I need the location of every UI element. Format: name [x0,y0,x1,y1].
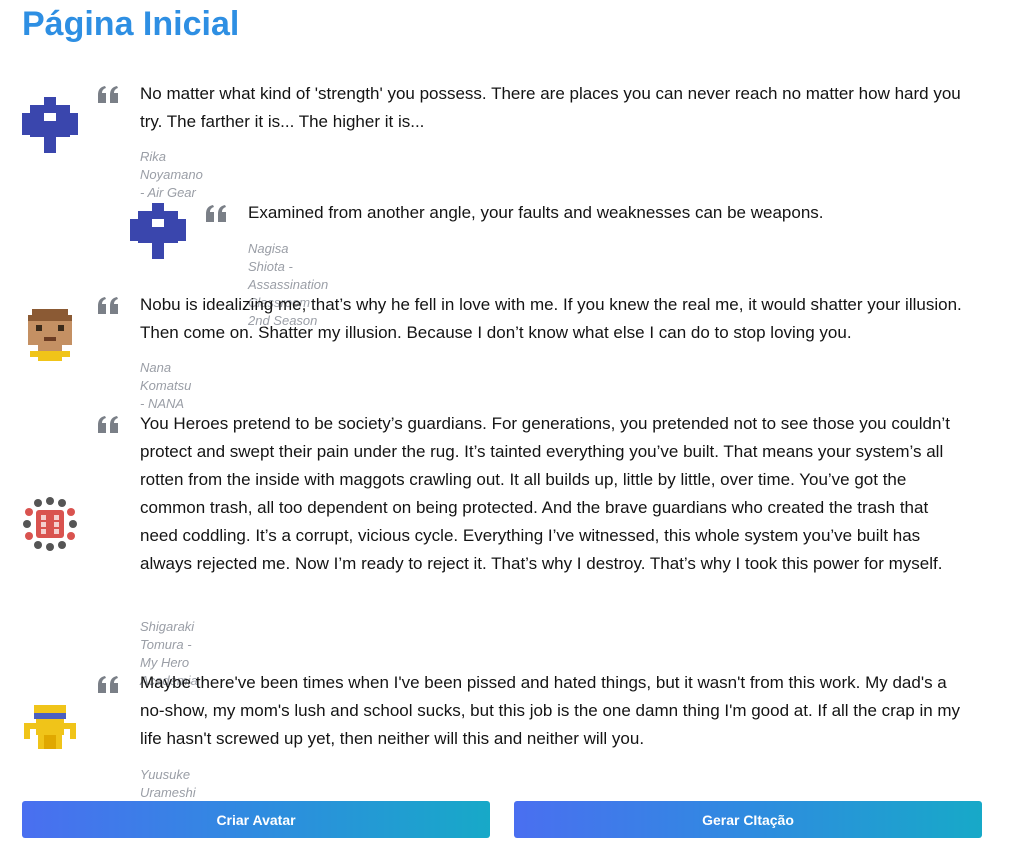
page: Página Inicial No matter what kind of 's… [0,0,1029,864]
yellow-figure-avatar-icon [24,705,76,749]
quote-text: Nobu is idealizing me, that’s why he fel… [140,295,962,342]
quote-text: No matter what kind of 'strength' you po… [140,84,961,131]
quote-mark-icon [98,297,118,314]
create-avatar-button[interactable]: Criar Avatar [22,801,490,838]
face-avatar-icon [28,309,72,361]
dotted-circle-avatar-icon [23,497,77,551]
quote-mark-icon [98,676,118,693]
quote-author: Nana Komatsu - NANA [140,360,192,411]
quote-mark-icon [98,86,118,103]
generate-quote-button[interactable]: Gerar CItação [514,801,982,838]
quote-text: You Heroes pretend to be society’s guard… [140,414,950,573]
quote-text: Examined from another angle, your faults… [248,203,824,222]
quote-mark-icon [206,205,226,222]
page-title: Página Inicial [22,5,240,43]
blue-cross-avatar-icon [130,203,186,259]
quote-text: Maybe there've been times when I've been… [140,673,961,748]
quote-author: Rika Noyamano - Air Gear [140,149,203,200]
blue-cross-avatar-icon [22,97,78,153]
quote-mark-icon [98,416,118,433]
